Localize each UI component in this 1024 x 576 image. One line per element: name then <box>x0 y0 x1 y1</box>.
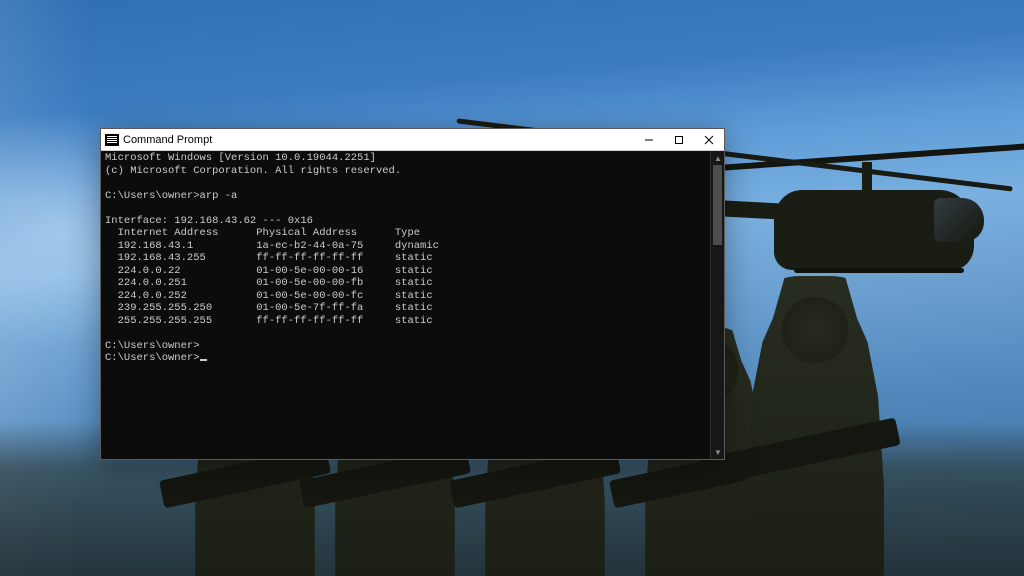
scroll-down-icon[interactable]: ▼ <box>711 445 725 459</box>
scroll-thumb[interactable] <box>713 165 722 245</box>
text-cursor <box>200 359 207 361</box>
cmd-icon <box>105 134 119 146</box>
titlebar[interactable]: Command Prompt <box>101 129 724 151</box>
scroll-up-icon[interactable]: ▲ <box>711 151 725 165</box>
scroll-track[interactable] <box>711 165 724 445</box>
maximize-button[interactable] <box>664 129 694 151</box>
minimize-button[interactable] <box>634 129 664 151</box>
command-prompt-window: Command Prompt Microsoft Windows [Versio… <box>100 128 725 460</box>
window-title: Command Prompt <box>123 134 212 146</box>
scrollbar[interactable]: ▲ ▼ <box>710 151 724 459</box>
close-button[interactable] <box>694 129 724 151</box>
terminal-output[interactable]: Microsoft Windows [Version 10.0.19044.22… <box>101 151 710 459</box>
desktop-background: Command Prompt Microsoft Windows [Versio… <box>0 0 1024 576</box>
